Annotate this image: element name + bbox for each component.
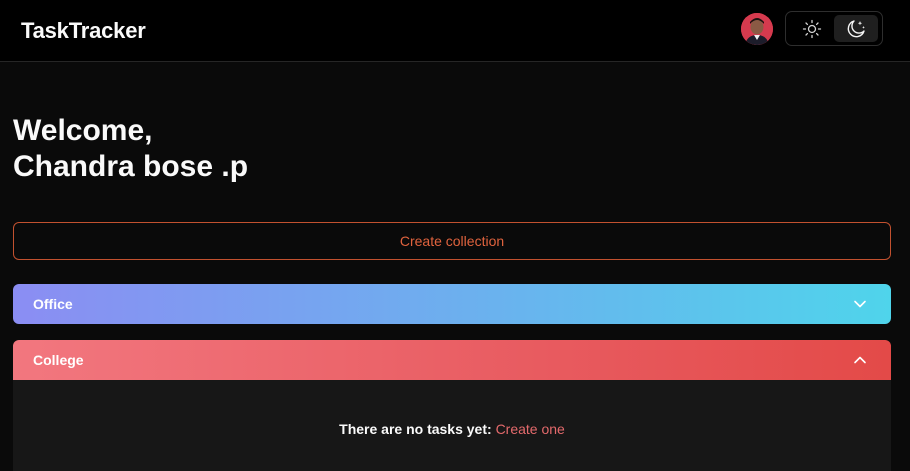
welcome-user-name: Chandra bose .p [13, 150, 249, 183]
collection-title: Office [33, 296, 73, 312]
create-task-link[interactable]: Create one [496, 421, 565, 437]
chevron-up-icon [854, 356, 866, 364]
theme-toggle [785, 11, 883, 46]
welcome-line-1: Welcome, [13, 114, 153, 147]
chevron-down-icon [854, 300, 866, 308]
avatar-image [741, 13, 773, 45]
moon-stars-icon [847, 19, 865, 37]
collection-title: College [33, 352, 84, 368]
empty-tasks-text: There are no tasks yet: [339, 421, 492, 437]
welcome-heading: Welcome, Chandra bose .p [13, 113, 248, 185]
sun-icon [802, 19, 822, 38]
collection-body-college: There are no tasks yet: Create one [13, 380, 891, 471]
create-collection-button[interactable]: Create collection [13, 222, 891, 260]
collection-header-college[interactable]: College [13, 340, 891, 380]
brand-logo[interactable]: TaskTracker [21, 18, 146, 44]
empty-tasks-message: There are no tasks yet: Create one [13, 421, 891, 437]
light-theme-button[interactable] [790, 15, 834, 42]
navbar: TaskTracker [0, 0, 910, 62]
user-avatar[interactable] [741, 13, 773, 45]
collection-header-office[interactable]: Office [13, 284, 891, 324]
dark-theme-button[interactable] [834, 15, 878, 42]
